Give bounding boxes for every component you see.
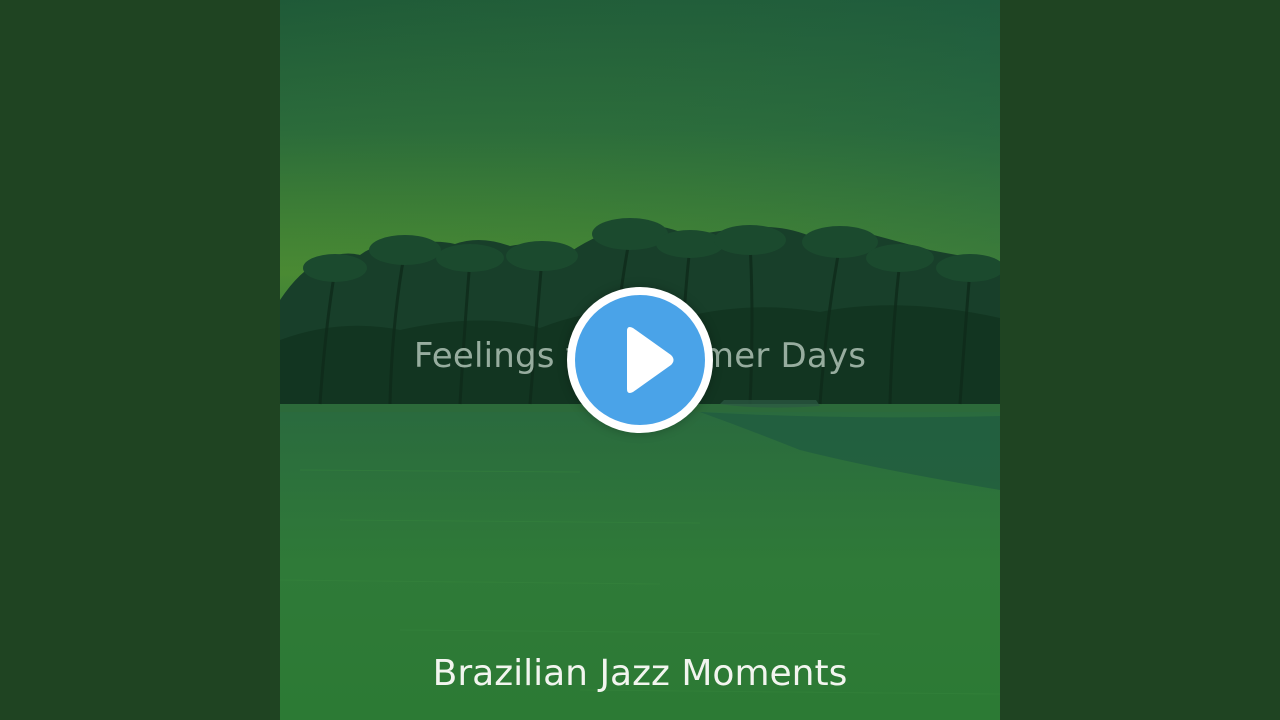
letterbox-right bbox=[1000, 0, 1280, 720]
artist-name: Brazilian Jazz Moments bbox=[432, 653, 848, 694]
letterbox-left bbox=[0, 0, 280, 720]
play-icon[interactable] bbox=[575, 295, 705, 425]
video-player[interactable]: Feelings for Summer Days Brazilian Jazz … bbox=[0, 0, 1280, 720]
play-button[interactable] bbox=[567, 287, 713, 433]
play-button-face[interactable] bbox=[575, 295, 705, 425]
